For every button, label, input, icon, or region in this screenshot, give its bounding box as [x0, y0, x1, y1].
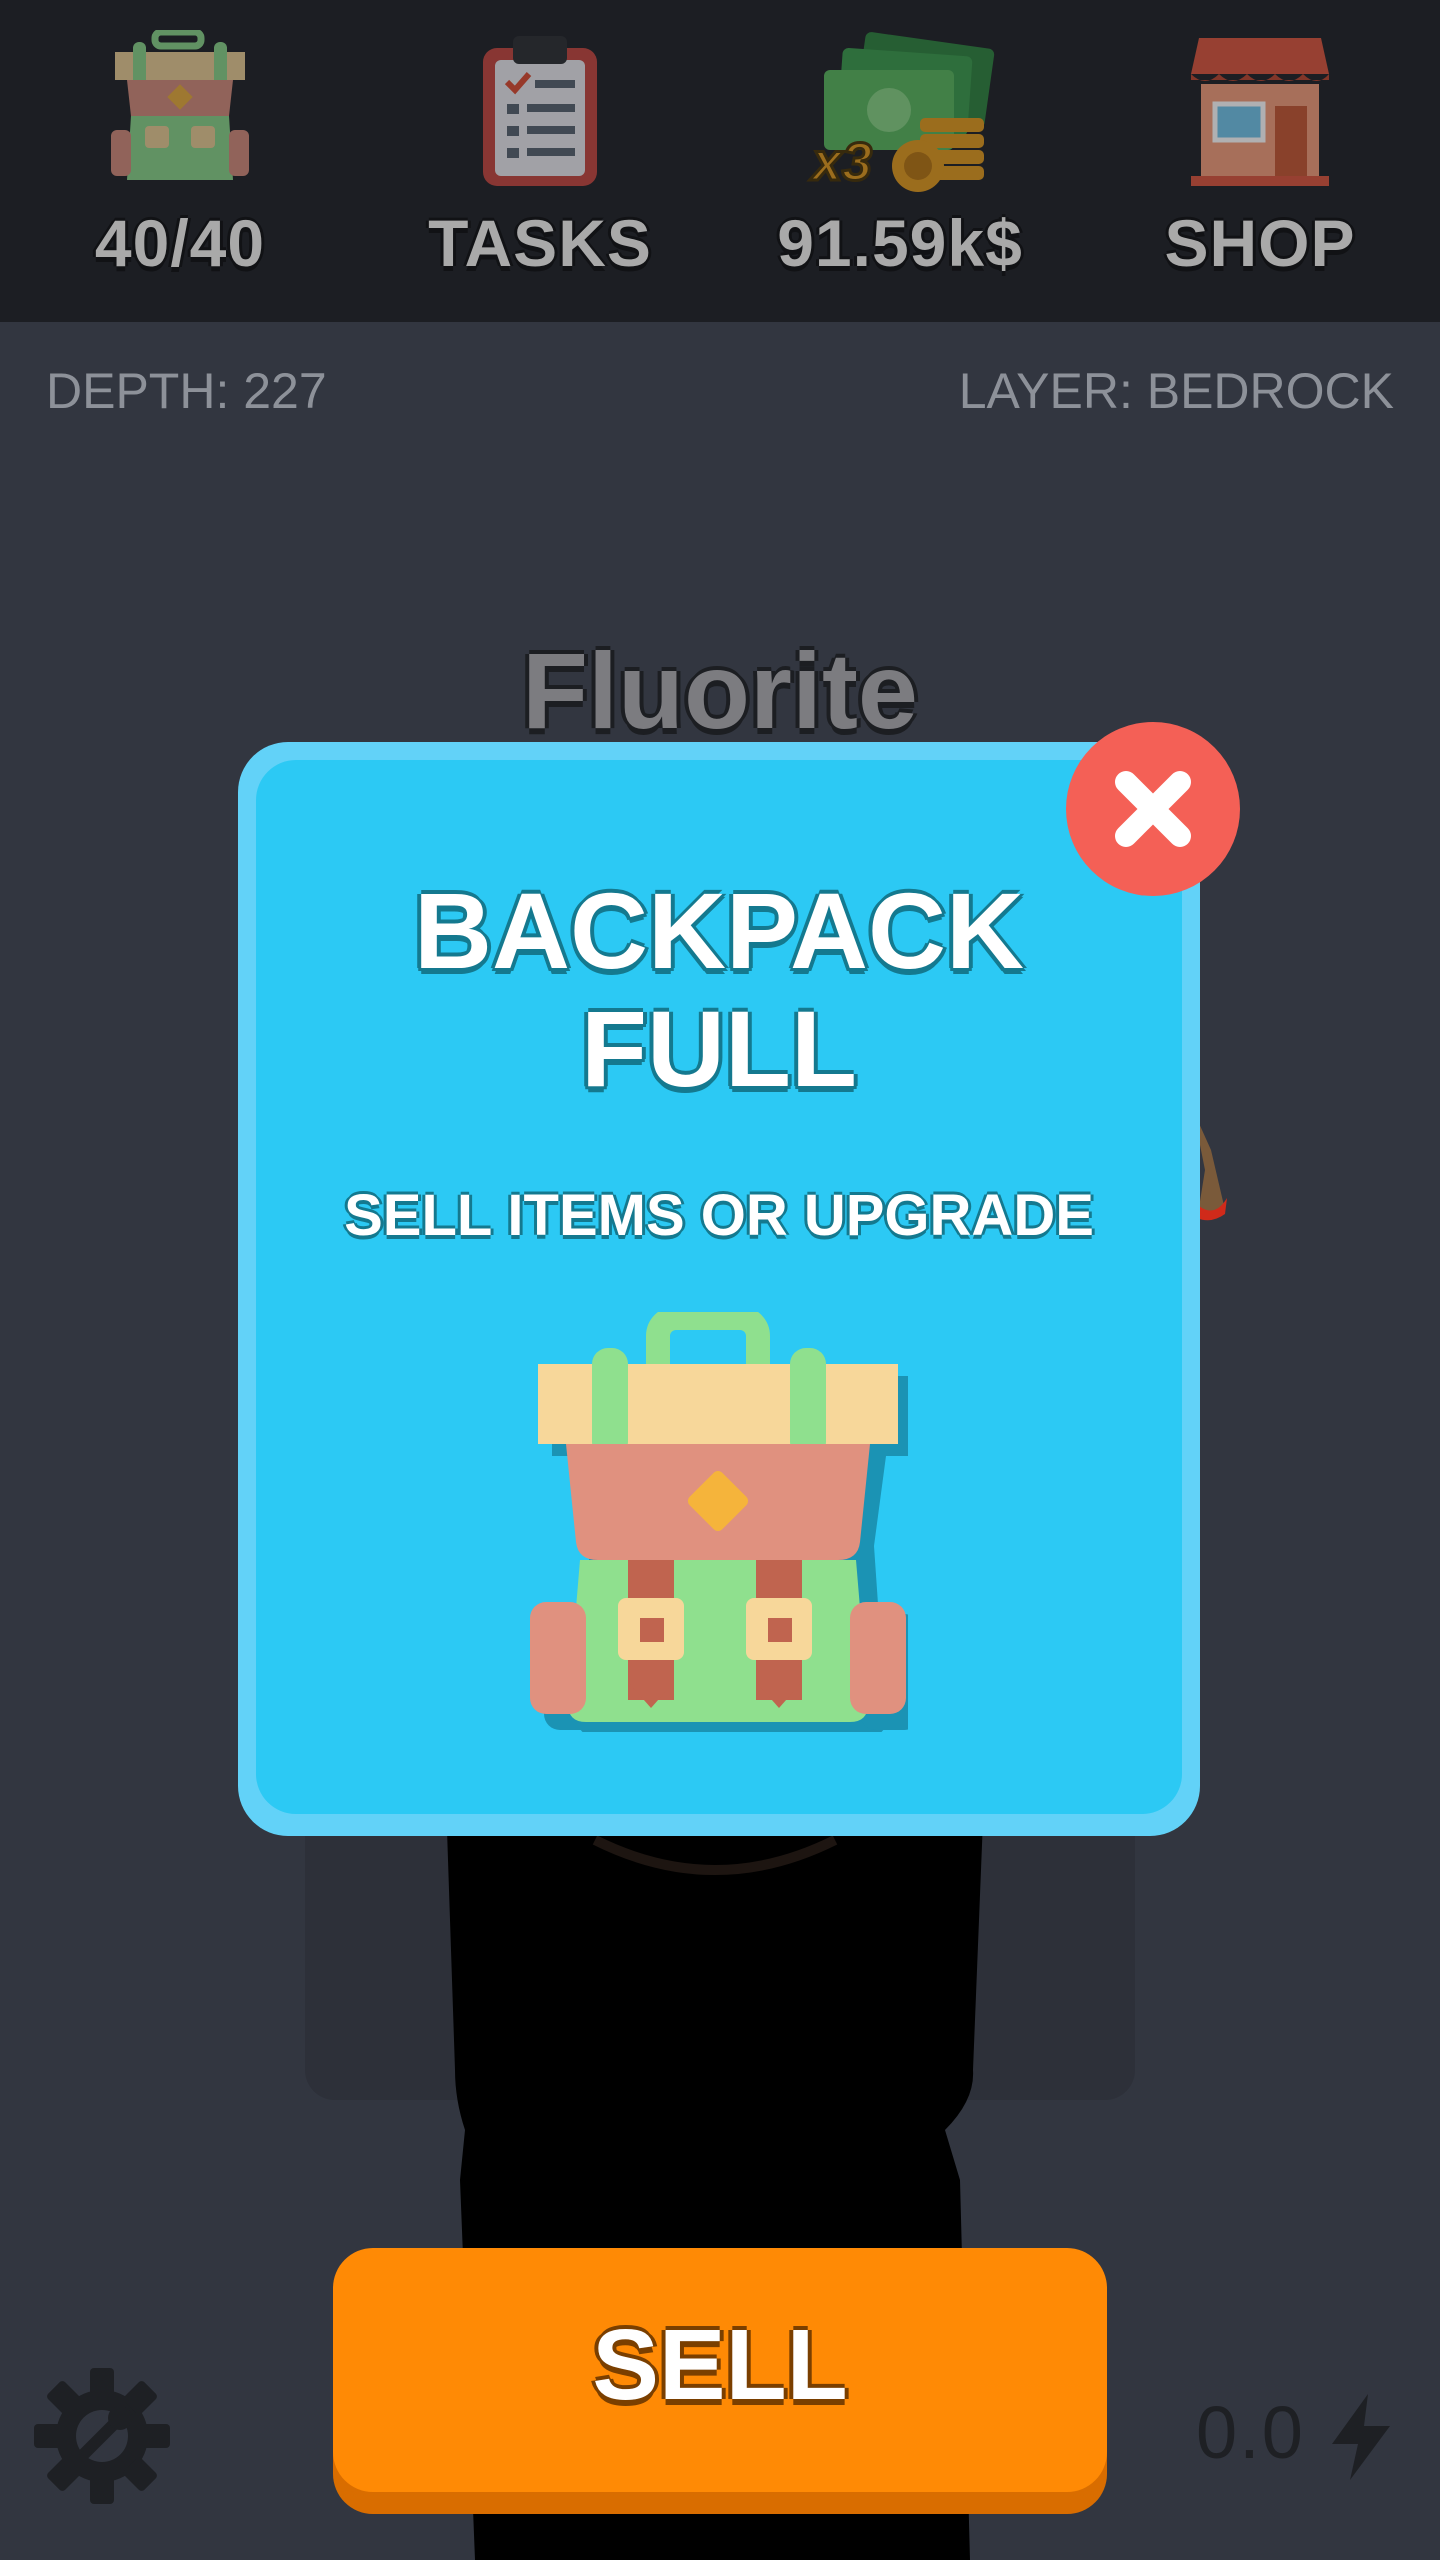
- dialog-title-line2: FULL: [581, 988, 857, 1109]
- tasks-label: TASKS: [428, 206, 652, 280]
- clipboard-icon: [360, 30, 720, 200]
- layer-readout: LAYER: BEDROCK: [958, 363, 1394, 419]
- gear-wrench-icon[interactable]: [34, 2368, 170, 2504]
- tasks-button[interactable]: TASKS: [360, 0, 720, 322]
- money-amount: 91.59k$: [777, 206, 1023, 280]
- backpack-icon: [0, 30, 360, 200]
- dialog-title-line1: BACKPACK: [414, 870, 1024, 991]
- money-icon: x3: [720, 30, 1080, 200]
- sell-button-label: SELL: [592, 2309, 848, 2421]
- backpack-button[interactable]: 40/40: [0, 0, 360, 322]
- energy-value: 0.0: [1196, 2391, 1305, 2474]
- sell-button[interactable]: SELL: [333, 2248, 1107, 2492]
- dialog-title: BACKPACK FULL: [238, 872, 1200, 1108]
- backpack-icon: [530, 1312, 908, 1732]
- lightning-icon: [1332, 2394, 1390, 2480]
- dialog-subtitle: SELL ITEMS OR UPGRADE: [344, 1183, 1094, 1248]
- top-bar: 40/40 TASKS x3 91.59k$ SHOP: [0, 0, 1440, 322]
- money-multiplier: x3: [809, 132, 872, 192]
- backpack-full-dialog: BACKPACK FULL SELL ITEMS OR UPGRADE: [238, 742, 1200, 1836]
- close-icon: [1115, 771, 1191, 847]
- backpack-capacity: 40/40: [94, 206, 266, 280]
- shop-button[interactable]: SHOP: [1080, 0, 1440, 322]
- close-dialog-button[interactable]: [1066, 722, 1240, 896]
- shop-icon: [1080, 30, 1440, 200]
- shop-label: SHOP: [1164, 206, 1356, 280]
- depth-readout: DEPTH: 227: [46, 363, 327, 419]
- money-display: x3 91.59k$: [720, 0, 1080, 322]
